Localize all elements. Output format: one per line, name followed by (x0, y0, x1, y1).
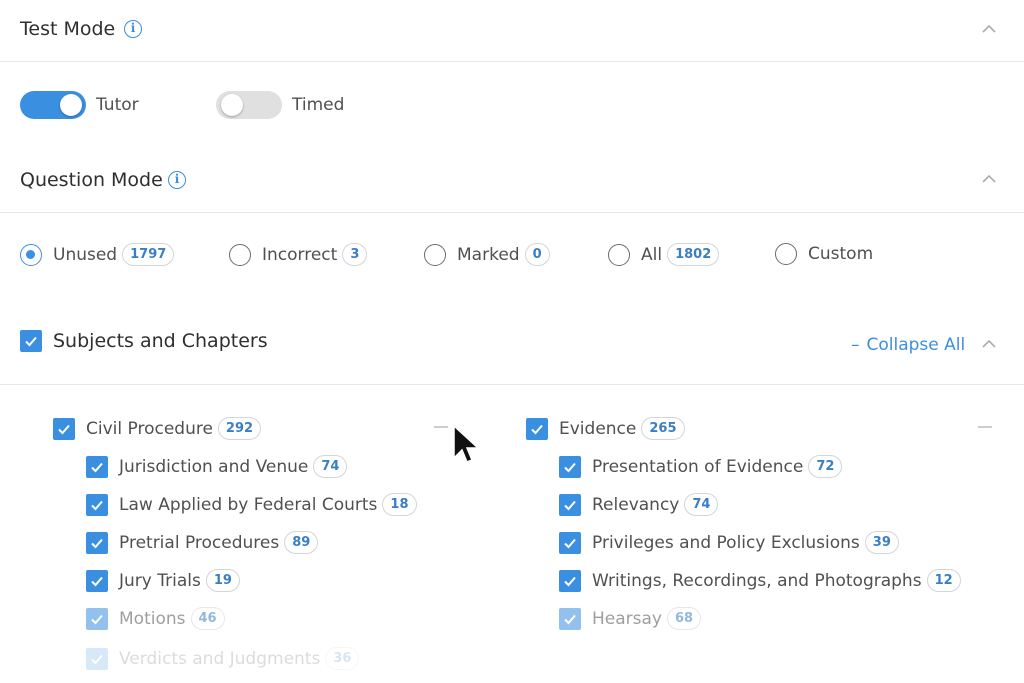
subject-row-civil-procedure[interactable]: Civil Procedure 292 (53, 417, 262, 440)
count-badge: 0 (524, 243, 550, 266)
checkbox-checked-icon[interactable] (86, 455, 108, 478)
count-badge: 89 (284, 531, 319, 554)
chapter-row[interactable]: Presentation of Evidence 72 (559, 455, 843, 478)
count-badge: 74 (684, 493, 719, 516)
subject-row-evidence[interactable]: Evidence 265 (526, 417, 685, 440)
count-badge: 68 (666, 607, 702, 630)
chapter-label: Presentation of Evidence (592, 456, 804, 477)
minus-icon[interactable] (434, 426, 448, 428)
count-badge: 39 (864, 531, 899, 554)
chapter-row[interactable]: Relevancy 74 (559, 493, 719, 516)
test-mode-title: Test Mode (20, 18, 116, 40)
collapse-all-link[interactable]: – Collapse All (851, 335, 965, 355)
count-badge: 265 (641, 417, 685, 440)
divider (0, 384, 1024, 385)
minus-icon: – (851, 335, 860, 355)
radio-button[interactable] (20, 243, 42, 266)
radio-label: Custom (808, 244, 874, 264)
radio-all[interactable]: All 1802 (608, 243, 720, 266)
timed-label: Timed (292, 95, 345, 115)
count-badge: 12 (926, 569, 961, 592)
chapter-label: Motions (119, 608, 186, 629)
chevron-up-icon[interactable] (978, 172, 1000, 186)
count-badge: 72 (808, 455, 843, 478)
radio-label: Incorrect (262, 244, 338, 265)
checkbox-checked-icon[interactable] (559, 531, 581, 554)
tutor-toggle[interactable] (20, 91, 86, 119)
radio-custom[interactable]: Custom (775, 243, 873, 265)
minus-icon[interactable] (978, 426, 992, 428)
chapter-label: Verdicts and Judgments (119, 648, 321, 669)
divider (0, 61, 1024, 62)
checkbox-checked-icon[interactable] (559, 569, 581, 592)
chevron-up-icon[interactable] (978, 22, 1000, 36)
chapter-row[interactable]: Law Applied by Federal Courts 18 (86, 493, 417, 516)
checkbox-checked-icon[interactable] (53, 417, 75, 440)
count-badge: 74 (313, 455, 348, 478)
count-badge: 3 (342, 243, 368, 266)
chapter-row[interactable]: Jurisdiction and Venue 74 (86, 455, 348, 478)
checkbox-checked-icon[interactable] (559, 493, 581, 516)
checkbox-checked-icon[interactable] (86, 647, 108, 670)
chapter-label: Pretrial Procedures (119, 532, 280, 553)
count-badge: 19 (205, 569, 240, 592)
subject-label: Civil Procedure (86, 418, 213, 439)
checkbox-checked-icon[interactable] (526, 417, 548, 440)
chapter-row[interactable]: Motions 46 (86, 607, 225, 630)
subjects-header[interactable]: Subjects and Chapters (20, 329, 268, 353)
checkbox-checked-icon[interactable] (86, 531, 108, 554)
chapter-label: Law Applied by Federal Courts (119, 494, 378, 515)
radio-label: Unused (53, 244, 118, 265)
count-badge: 18 (382, 493, 417, 516)
subject-label: Evidence (559, 418, 637, 439)
chapter-row[interactable]: Writings, Recordings, and Photographs 12 (559, 569, 961, 592)
chapter-row[interactable]: Jury Trials 19 (86, 569, 240, 592)
count-badge: 1802 (667, 243, 720, 266)
radio-label: All (641, 244, 663, 265)
checkbox-checked-icon[interactable] (86, 607, 108, 630)
timed-toggle[interactable] (216, 91, 282, 119)
radio-button[interactable] (608, 243, 630, 266)
subjects-title: Subjects and Chapters (53, 330, 268, 352)
mouse-cursor-icon (453, 424, 480, 463)
chapter-row[interactable]: Verdicts and Judgments 36 (86, 647, 360, 670)
chapter-label: Relevancy (592, 494, 680, 515)
count-badge: 46 (190, 607, 225, 630)
collapse-all-label: Collapse All (866, 335, 966, 355)
chapter-label: Hearsay (592, 608, 662, 629)
chapter-label: Privileges and Policy Exclusions (592, 532, 860, 553)
radio-label: Marked (457, 244, 520, 265)
checkbox-checked-icon[interactable] (559, 607, 581, 630)
chapter-row[interactable]: Pretrial Procedures 89 (86, 531, 319, 554)
info-icon[interactable]: i (168, 171, 186, 189)
question-mode-title: Question Mode (20, 169, 163, 191)
info-icon[interactable]: i (124, 20, 142, 38)
radio-button[interactable] (424, 243, 446, 266)
chapter-label: Jury Trials (119, 570, 201, 591)
radio-button[interactable] (229, 243, 251, 266)
checkbox-checked-icon[interactable] (559, 455, 581, 478)
checkbox-checked-icon[interactable] (86, 493, 108, 516)
radio-marked[interactable]: Marked 0 (424, 243, 550, 266)
checkbox-checked-icon[interactable] (20, 330, 42, 352)
radio-unused[interactable]: Unused 1797 (20, 243, 175, 266)
chevron-up-icon[interactable] (978, 337, 1000, 351)
chapter-label: Writings, Recordings, and Photographs (592, 570, 922, 591)
count-badge: 36 (325, 647, 360, 670)
radio-button[interactable] (775, 243, 797, 265)
count-badge: 1797 (122, 243, 175, 266)
checkbox-checked-icon[interactable] (86, 569, 108, 592)
divider (0, 212, 1024, 213)
chapter-row[interactable]: Privileges and Policy Exclusions 39 (559, 531, 899, 554)
count-badge: 292 (217, 417, 262, 440)
chapter-row[interactable]: Hearsay 68 (559, 607, 702, 630)
radio-incorrect[interactable]: Incorrect 3 (229, 243, 368, 266)
tutor-label: Tutor (96, 95, 139, 115)
chapter-label: Jurisdiction and Venue (119, 456, 309, 477)
